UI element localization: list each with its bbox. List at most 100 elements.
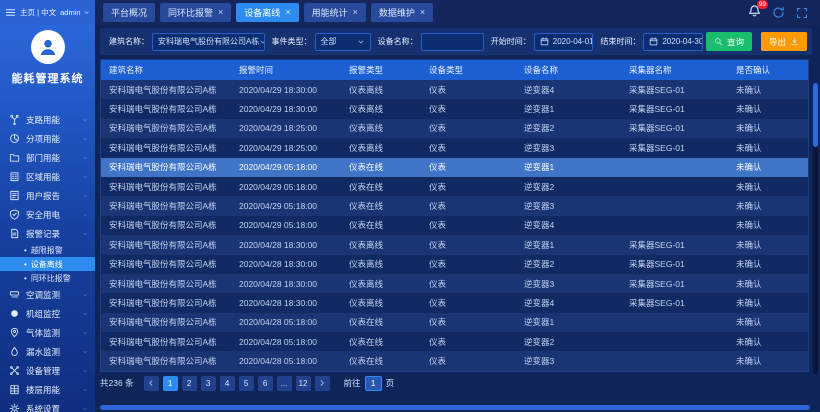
- page-button-12[interactable]: 12: [296, 376, 311, 391]
- table-row[interactable]: 安科瑞电气股份有限公司A栋2020/04/28 18:30:00仪表离线仪表逆变…: [101, 235, 808, 254]
- device-name-input[interactable]: [427, 37, 478, 46]
- close-icon[interactable]: ×: [353, 8, 358, 17]
- vertical-scrollbar-thumb[interactable]: [813, 83, 818, 147]
- tab-数据维护[interactable]: 数据维护×: [371, 3, 433, 22]
- sidebar-item-分项用能[interactable]: 分项用能: [0, 129, 95, 148]
- table-cell: 2020/04/29 05:18:00: [231, 201, 341, 211]
- sidebar-item-报警记录[interactable]: 报警记录: [0, 224, 95, 243]
- table-cell: 安科瑞电气股份有限公司A栋: [101, 219, 231, 231]
- fullscreen-icon[interactable]: [796, 7, 808, 19]
- page-button-1[interactable]: 1: [163, 376, 178, 391]
- tab-同环比报警[interactable]: 同环比报警×: [160, 3, 231, 22]
- sidebar-item-区域用能[interactable]: 区域用能: [0, 167, 95, 186]
- download-icon: [790, 37, 799, 46]
- table-cell: 逆变器1: [516, 239, 621, 251]
- table-row[interactable]: 安科瑞电气股份有限公司A栋2020/04/29 05:18:00仪表在线仪表逆变…: [101, 196, 808, 215]
- horizontal-scrollbar-thumb[interactable]: [100, 405, 810, 410]
- page-button-3[interactable]: 3: [201, 376, 216, 391]
- start-date-picker[interactable]: 2020-04-01: [534, 33, 594, 51]
- sidebar-item-系统设置[interactable]: 系统设置: [0, 399, 95, 412]
- sidebar-item-空调监测[interactable]: 空调监测: [0, 285, 95, 304]
- sidebar-item-支路用能[interactable]: 支路用能: [0, 110, 95, 129]
- chevron-down-icon: [259, 38, 264, 46]
- table-cell: 仪表: [421, 161, 516, 173]
- table-row[interactable]: 安科瑞电气股份有限公司A栋2020/04/29 18:30:00仪表离线仪表逆变…: [101, 99, 808, 118]
- notifications-button[interactable]: 99: [748, 4, 761, 22]
- table-cell: 安科瑞电气股份有限公司A栋: [101, 161, 231, 173]
- tab-设备离线[interactable]: 设备离线×: [236, 3, 298, 22]
- floors-icon: [9, 384, 20, 395]
- user-menu[interactable]: admin: [60, 8, 89, 17]
- sidebar-item-机组监控[interactable]: 机组监控: [0, 304, 95, 323]
- sidebar-item-楼层用能[interactable]: 楼层用能: [0, 380, 95, 399]
- close-icon[interactable]: ×: [285, 8, 290, 17]
- sidebar-subitem-越限报警[interactable]: •越限报警: [0, 243, 95, 257]
- sidebar-item-气体监测[interactable]: 气体监测: [0, 323, 95, 342]
- sidebar-item-用户报告[interactable]: 用户报告: [0, 186, 95, 205]
- ellipsis-pages-button[interactable]: ...: [277, 376, 292, 391]
- sidebar-item-设备管理[interactable]: 设备管理: [0, 361, 95, 380]
- page-button-6[interactable]: 6: [258, 376, 273, 391]
- table-row[interactable]: 安科瑞电气股份有限公司A栋2020/04/29 05:18:00仪表在线仪表逆变…: [101, 216, 808, 235]
- table-cell: 安科瑞电气股份有限公司A栋: [101, 84, 231, 96]
- tab-用能统计[interactable]: 用能统计×: [304, 3, 366, 22]
- gear-icon: [9, 403, 20, 412]
- chevron-left-icon: [147, 379, 155, 387]
- sidebar-item-部门用能[interactable]: 部门用能: [0, 148, 95, 167]
- vertical-scrollbar: [813, 83, 818, 374]
- page-button-4[interactable]: 4: [220, 376, 235, 391]
- home-language-link[interactable]: 主页 | 中文: [20, 7, 56, 18]
- building-select[interactable]: 安科瑞电气股份有限公司A栋: [152, 33, 265, 51]
- sidebar-item-安全用电[interactable]: 安全用电: [0, 205, 95, 224]
- table-row[interactable]: 安科瑞电气股份有限公司A栋2020/04/28 18:30:00仪表离线仪表逆变…: [101, 293, 808, 312]
- table-row[interactable]: 安科瑞电气股份有限公司A栋2020/04/28 05:18:00仪表在线仪表逆变…: [101, 351, 808, 370]
- hamburger-icon[interactable]: [5, 7, 16, 18]
- page-button-2[interactable]: 2: [182, 376, 197, 391]
- table-cell: 采集器SEG-01: [621, 297, 728, 309]
- table-cell: 仪表在线: [341, 161, 421, 173]
- export-button[interactable]: 导出: [761, 32, 807, 51]
- table-row[interactable]: 安科瑞电气股份有限公司A栋2020/04/29 05:18:00仪表在线仪表逆变…: [101, 158, 808, 177]
- close-icon[interactable]: ×: [218, 8, 223, 17]
- sidebar: 能耗管理系统 支路用能分项用能部门用能区域用能用户报告安全用电报警记录•越限报警…: [0, 25, 95, 412]
- table-cell: 未确认: [728, 297, 808, 309]
- sidebar-subitem-设备离线[interactable]: •设备离线: [0, 257, 95, 271]
- table-cell: 逆变器2: [516, 122, 621, 134]
- page-button-5[interactable]: 5: [239, 376, 254, 391]
- close-icon[interactable]: ×: [420, 8, 425, 17]
- table-cell: 仪表: [421, 84, 516, 96]
- next-page-button[interactable]: [315, 376, 330, 391]
- table-row[interactable]: 安科瑞电气股份有限公司A栋2020/04/29 18:25:00仪表离线仪表逆变…: [101, 119, 808, 138]
- table-row[interactable]: 安科瑞电气股份有限公司A栋2020/04/29 05:18:00仪表在线仪表逆变…: [101, 177, 808, 196]
- table-cell: 2020/04/29 05:18:00: [231, 162, 341, 172]
- sidebar-subitem-同环比报警[interactable]: •同环比报警: [0, 271, 95, 285]
- table-cell: 仪表: [421, 142, 516, 154]
- table-cell: 未确认: [728, 181, 808, 193]
- goto-page-input[interactable]: [365, 376, 382, 391]
- table-row[interactable]: 安科瑞电气股份有限公司A栋2020/04/29 18:30:00仪表离线仪表逆变…: [101, 80, 808, 99]
- bullet-icon: •: [24, 246, 27, 255]
- table-row[interactable]: 安科瑞电气股份有限公司A栋2020/04/28 18:30:00仪表离线仪表逆变…: [101, 255, 808, 274]
- table-cell: 仪表在线: [341, 355, 421, 367]
- table-cell: 逆变器1: [516, 161, 621, 173]
- prev-page-button[interactable]: [144, 376, 159, 391]
- refresh-icon[interactable]: [772, 6, 785, 19]
- folder-icon: [9, 152, 20, 163]
- search-button[interactable]: 查询: [706, 32, 752, 51]
- event-type-select-value: 全部: [321, 36, 337, 47]
- sidebar-item-label: 漏水监测: [26, 346, 60, 358]
- end-date-picker[interactable]: 2020-04-30: [643, 33, 703, 51]
- table-row[interactable]: 安科瑞电气股份有限公司A栋2020/04/28 18:30:00仪表离线仪表逆变…: [101, 274, 808, 293]
- sidebar-item-漏水监测[interactable]: 漏水监测: [0, 342, 95, 361]
- table-row[interactable]: 安科瑞电气股份有限公司A栋2020/04/28 05:18:00仪表在线仪表逆变…: [101, 332, 808, 351]
- table-cell: 仪表离线: [341, 278, 421, 290]
- column-header: 采集器名称: [621, 64, 728, 76]
- column-header: 是否确认: [728, 64, 808, 76]
- table-row[interactable]: 安科瑞电气股份有限公司A栋2020/04/28 05:18:00仪表在线仪表逆变…: [101, 313, 808, 332]
- table-cell: 2020/04/29 18:25:00: [231, 123, 341, 133]
- table-row[interactable]: 安科瑞电气股份有限公司A栋2020/04/29 18:25:00仪表离线仪表逆变…: [101, 138, 808, 157]
- event-type-select[interactable]: 全部: [315, 33, 371, 51]
- system-title: 能耗管理系统: [0, 70, 95, 86]
- tab-平台概况[interactable]: 平台概况: [103, 3, 155, 22]
- table-cell: 未确认: [728, 239, 808, 251]
